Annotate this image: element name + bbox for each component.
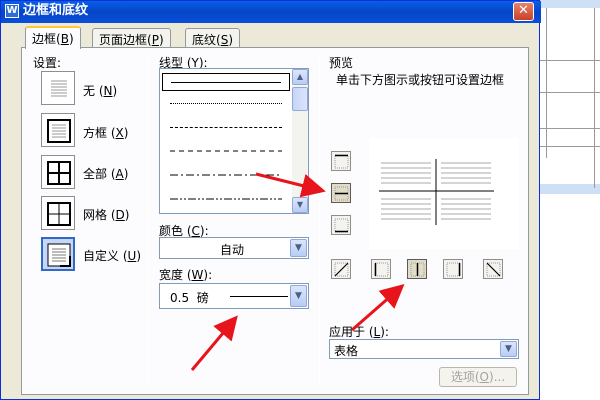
line-style-dashed-short[interactable]: [162, 119, 290, 137]
table-gridline-vertical: [594, 8, 595, 188]
chevron-down-icon[interactable]: ▼: [290, 239, 307, 257]
line-style-dash-dot[interactable]: [162, 167, 290, 185]
width-select[interactable]: 0.5 磅 ▼: [159, 283, 309, 309]
border-left-icon: [374, 262, 389, 277]
setting-custom-button[interactable]: [41, 237, 75, 271]
tab-label: 底纹: [192, 33, 217, 47]
column-divider: [147, 59, 148, 385]
scroll-thumb[interactable]: [292, 87, 308, 111]
options-label: 选项: [450, 370, 475, 384]
border-all-icon: [47, 161, 71, 185]
setting-box-button[interactable]: [41, 113, 75, 147]
triangle-up-icon: ▲: [296, 72, 304, 81]
setting-none-button[interactable]: [41, 71, 75, 105]
tab-borders[interactable]: 边框(B): [25, 26, 81, 49]
color-select[interactable]: 自动 ▼: [159, 237, 309, 259]
table-gridline-vertical: [546, 8, 547, 158]
table-highlight: [540, 184, 600, 194]
border-diagonal-down-button[interactable]: [483, 259, 503, 279]
tab-shading[interactable]: 底纹(S): [185, 28, 241, 48]
scroll-up-button[interactable]: ▲: [292, 69, 308, 85]
border-right-button[interactable]: [443, 259, 463, 279]
border-custom-icon: [47, 243, 71, 267]
width-label: 宽度 (W):: [159, 268, 213, 282]
options-accesskey: O: [479, 370, 489, 384]
border-inside-vertical-button[interactable]: [407, 259, 427, 279]
border-grid-icon: [47, 202, 71, 226]
width-value: 0.5 磅: [170, 291, 209, 305]
triangle-down-icon: ▼: [296, 200, 304, 209]
options-suffix: ...: [493, 370, 506, 384]
table-gridline: [540, 128, 600, 129]
dialog-title: 边框和底纹: [23, 3, 89, 18]
line-style-dotted[interactable]: [162, 95, 290, 113]
line-style-dash-dot-dot[interactable]: [162, 191, 290, 209]
diagonal-down-icon: [486, 262, 501, 277]
border-bottom-icon: [334, 218, 349, 233]
border-top-icon: [334, 154, 349, 169]
preview-canvas[interactable]: [369, 139, 519, 249]
borders-shading-dialog: W 边框和底纹 ✕ 边框(B) 页面边框(P) 底纹(S) 设置: 无 (N): [0, 0, 541, 400]
color-value: 自动: [220, 243, 245, 257]
settings-label: 设置:: [33, 56, 62, 70]
diagonal-up-icon: [334, 262, 349, 277]
options-button[interactable]: 选项(O)...: [439, 367, 517, 387]
close-icon: ✕: [518, 3, 529, 18]
setting-custom-label: 自定义 (U): [83, 249, 141, 263]
close-button[interactable]: ✕: [513, 2, 534, 21]
preview-hint: 单击下方图示或按钮可设置边框: [336, 73, 505, 87]
apply-to-select[interactable]: 表格 ▼: [329, 339, 519, 359]
tab-label: 页面边框: [99, 33, 148, 47]
table-gridline: [540, 146, 600, 147]
title-bar[interactable]: W 边框和底纹 ✕: [1, 1, 541, 23]
tab-accesskey: S: [220, 33, 229, 47]
setting-grid-button[interactable]: [41, 196, 75, 230]
table-gridline: [540, 60, 600, 61]
setting-all-button[interactable]: [41, 155, 75, 189]
border-inside-horizontal-button[interactable]: [331, 183, 351, 203]
border-box-icon: [47, 119, 71, 143]
chevron-down-icon[interactable]: ▼: [500, 341, 517, 357]
border-none-icon: [51, 80, 67, 97]
setting-grid-label: 网格 (D): [83, 208, 130, 222]
tab-accesskey: P: [151, 33, 159, 47]
border-top-button[interactable]: [331, 151, 351, 171]
line-style-scrollbar[interactable]: ▲ ▼: [292, 69, 308, 213]
column-divider: [319, 59, 320, 385]
tab-label: 边框: [32, 32, 57, 46]
line-style-solid[interactable]: [162, 73, 290, 91]
line-style-listbox[interactable]: ▲ ▼: [159, 68, 309, 214]
table-gridline: [540, 92, 600, 93]
apply-to-value: 表格: [334, 344, 359, 358]
border-bottom-button[interactable]: [331, 215, 351, 235]
border-left-button[interactable]: [371, 259, 391, 279]
setting-none-label: 无 (N): [83, 84, 118, 98]
border-inside-horizontal-icon: [334, 186, 349, 201]
setting-all-label: 全部 (A): [83, 167, 129, 181]
apply-to-label: 应用于 (L):: [329, 325, 389, 339]
preview-drawing: [379, 159, 494, 225]
line-style-dashed[interactable]: [162, 143, 290, 161]
chevron-down-icon[interactable]: ▼: [290, 285, 307, 307]
border-diagonal-up-button[interactable]: [331, 259, 351, 279]
tab-accesskey: B: [60, 32, 69, 46]
setting-box-label: 方框 (X): [83, 126, 129, 140]
ribbon-strip: [540, 0, 600, 8]
tab-page-borders[interactable]: 页面边框(P): [92, 28, 171, 48]
scroll-down-button[interactable]: ▼: [292, 197, 308, 213]
border-inside-vertical-icon: [410, 262, 425, 277]
preview-label: 预览: [329, 56, 354, 70]
wps-writer-icon: W: [5, 4, 19, 18]
width-line-sample: [230, 296, 288, 297]
border-right-icon: [446, 262, 461, 277]
